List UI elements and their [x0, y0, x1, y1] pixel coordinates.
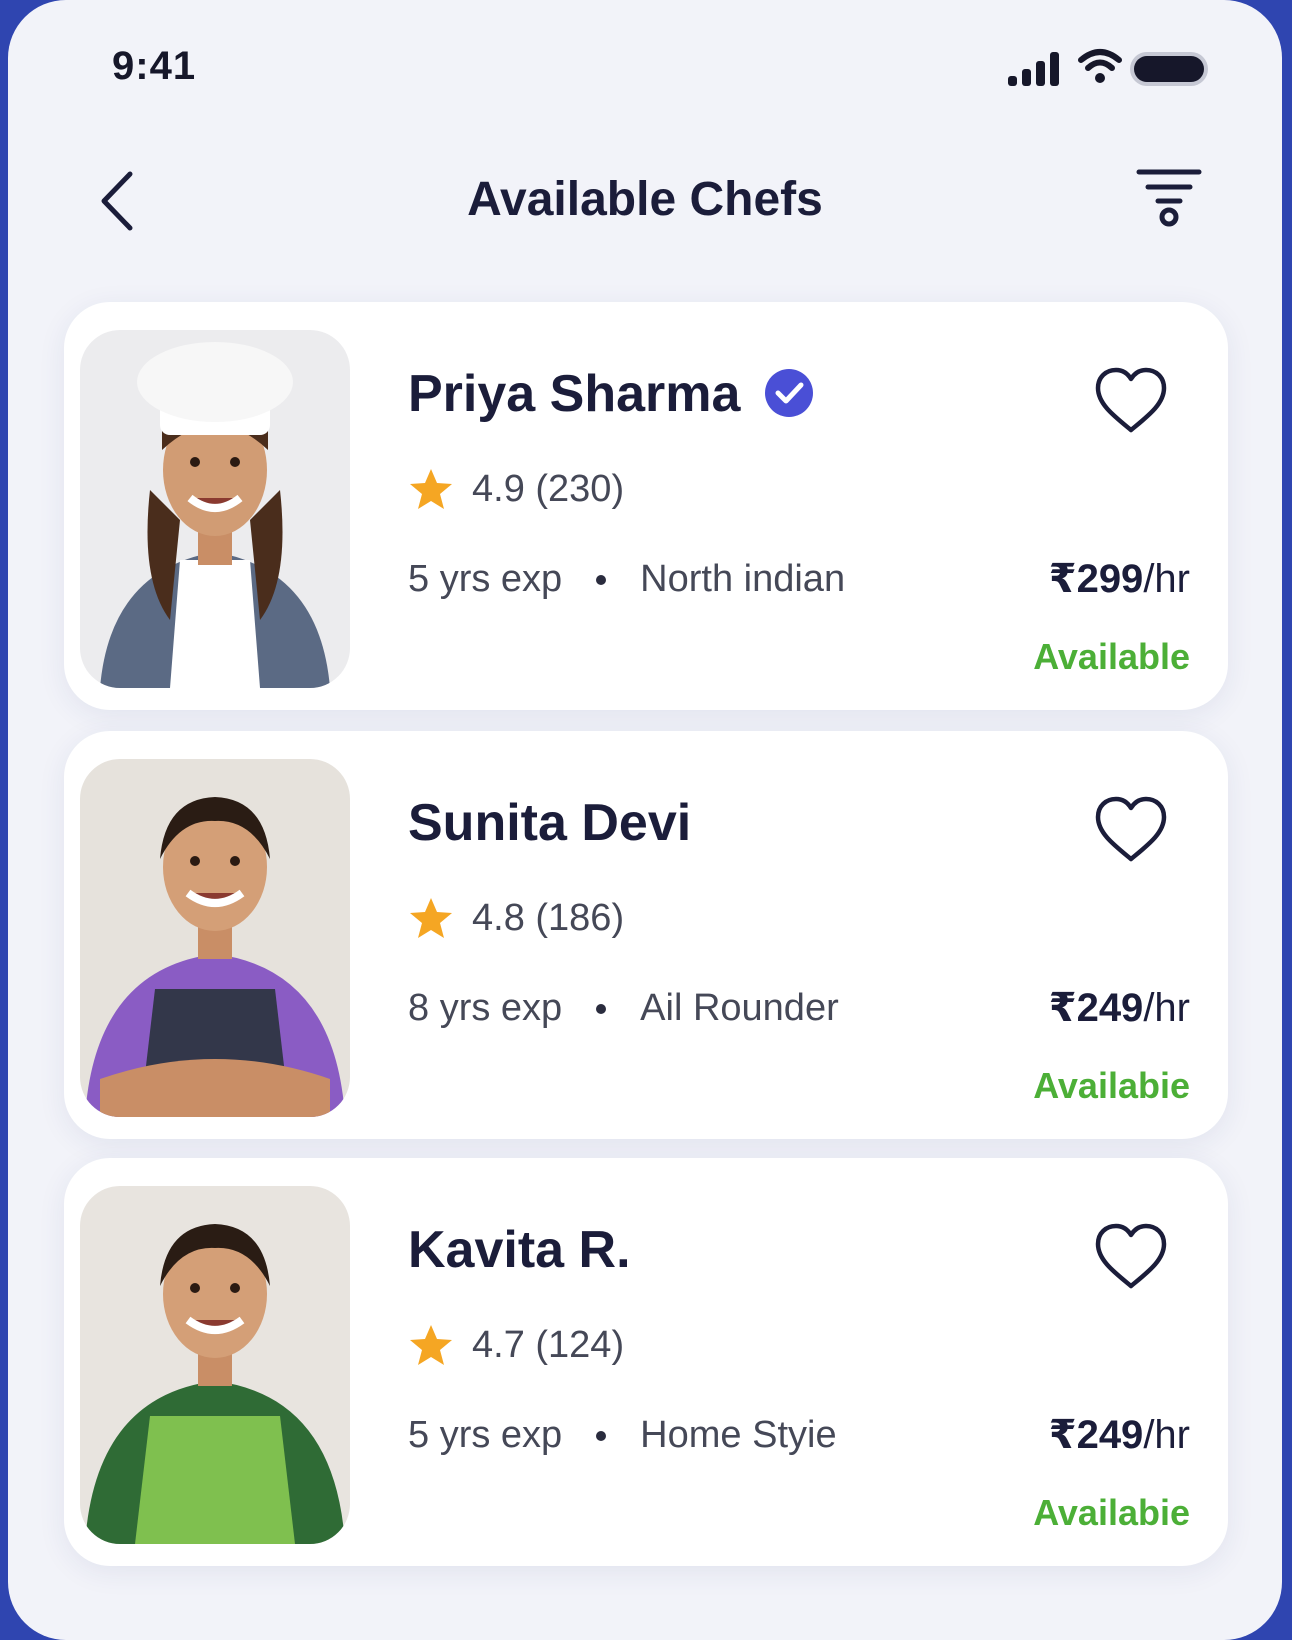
experience-text: 8 yrs exp — [408, 987, 563, 1029]
heart-icon — [1095, 1223, 1167, 1289]
separator-dot — [596, 1003, 607, 1014]
star-icon — [410, 469, 452, 509]
price: ₹299/hr — [1049, 556, 1190, 602]
favorite-button[interactable] — [1094, 366, 1168, 434]
phone-screen: 9:41 Available Chefs Priya Sharma 4.9 (2… — [8, 0, 1282, 1640]
status-icons — [1008, 46, 1228, 90]
price-amount: ₹249 — [1048, 1413, 1144, 1457]
signal-icon — [1008, 52, 1059, 86]
price-amount: ₹249 — [1048, 986, 1144, 1030]
favorite-button[interactable] — [1094, 795, 1168, 863]
price-unit: /hr — [1143, 986, 1190, 1030]
price: ₹249/hr — [1049, 1412, 1190, 1458]
chef-meta: 5 yrs exp Home Styie — [408, 1414, 837, 1457]
heart-icon — [1095, 796, 1167, 862]
experience-text: 5 yrs exp — [408, 1414, 563, 1456]
chef-photo — [80, 759, 350, 1117]
chef-photo — [80, 330, 350, 688]
rating: 4.8 (186) — [408, 893, 624, 943]
availability-status: Available — [1033, 636, 1190, 677]
chef-photo — [80, 1186, 350, 1544]
chef-name: Priya Sharma — [408, 365, 741, 423]
availability-status: Availabie — [1033, 1492, 1190, 1533]
cuisine-text: North indian — [640, 558, 846, 600]
star-icon — [410, 1325, 452, 1365]
chef-card[interactable]: Sunita Devi 4.8 (186) 8 yrs exp Ail Roun… — [64, 731, 1228, 1139]
separator-dot — [596, 1430, 607, 1441]
chef-meta: 5 yrs exp North indian — [408, 558, 845, 601]
cuisine-text: Home Styie — [640, 1414, 837, 1456]
favorite-button[interactable] — [1094, 1222, 1168, 1290]
verified-badge-icon — [765, 369, 813, 417]
chef-name: Kavita R. — [408, 1221, 631, 1279]
availability-status: Availabie — [1033, 1065, 1190, 1106]
heart-icon — [1095, 367, 1167, 433]
experience-text: 5 yrs exp — [408, 558, 563, 600]
cuisine-text: Ail Rounder — [640, 987, 839, 1029]
rating-text: 4.9 (230) — [472, 467, 625, 510]
separator-dot — [596, 574, 607, 585]
price-unit: /hr — [1143, 1413, 1190, 1457]
rating-text: 4.8 (186) — [472, 896, 625, 939]
filter-button[interactable] — [1136, 166, 1202, 228]
star-icon — [410, 898, 452, 938]
filter-icon — [1136, 169, 1202, 227]
price-unit: /hr — [1143, 557, 1190, 601]
chef-name: Sunita Devi — [408, 794, 692, 852]
status-time: 9:41 — [112, 44, 197, 88]
price: ₹249/hr — [1049, 985, 1190, 1031]
wifi-icon — [1078, 49, 1122, 83]
price-amount: ₹299 — [1048, 557, 1144, 601]
rating: 4.9 (230) — [408, 464, 624, 514]
page-title: Available Chefs — [467, 173, 823, 226]
rating: 4.7 (124) — [408, 1320, 624, 1370]
chef-card[interactable]: Kavita R. 4.7 (124) 5 yrs exp Home Styie… — [64, 1158, 1228, 1566]
battery-icon — [1134, 56, 1204, 82]
rating-text: 4.7 (124) — [472, 1323, 625, 1366]
chef-meta: 8 yrs exp Ail Rounder — [408, 987, 839, 1030]
chef-card[interactable]: Priya Sharma 4.9 (230) 5 yrs exp North i… — [64, 302, 1228, 710]
